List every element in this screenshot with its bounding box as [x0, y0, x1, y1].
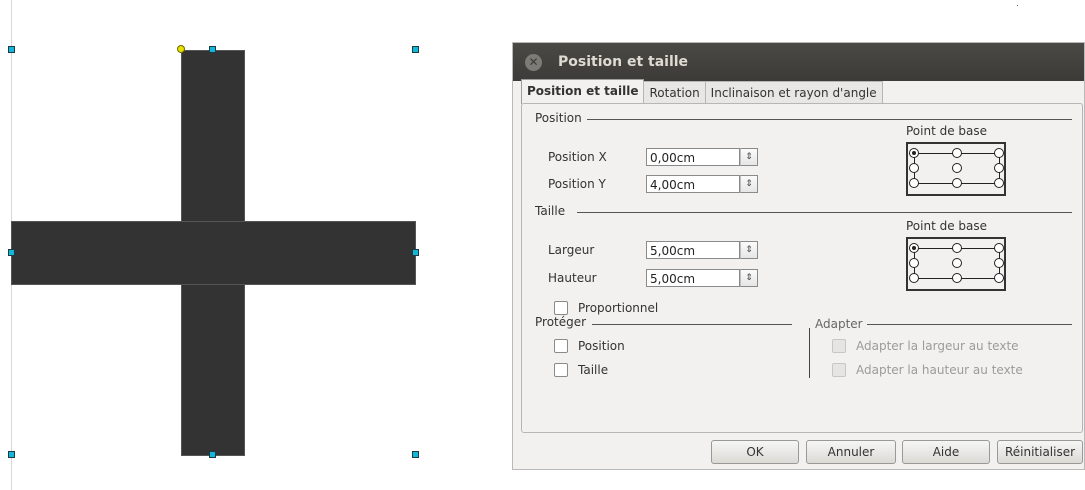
fit-height-checkbox[interactable]	[832, 363, 846, 377]
base-point-center[interactable]	[952, 258, 962, 268]
fit-width-label: Adapter la largeur au texte	[856, 339, 1019, 353]
base-point-bottom-left[interactable]	[909, 178, 919, 188]
base-point-top-right[interactable]	[994, 243, 1004, 253]
height-label: Hauteur	[548, 271, 597, 285]
protect-section-label: Protéger	[535, 315, 591, 329]
fit-width-checkbox[interactable]	[832, 339, 846, 353]
protect-size-label: Taille	[578, 363, 609, 377]
position-size-dialog: ✕ Position et taille Position et taille …	[512, 42, 1085, 470]
resize-handle-bottom-left[interactable]	[8, 451, 15, 458]
fit-height-label: Adapter la hauteur au texte	[856, 363, 1023, 377]
base-point-middle-right[interactable]	[994, 258, 1004, 268]
height-spin-button[interactable]: ⇕	[740, 269, 758, 287]
protect-section-line	[592, 324, 792, 325]
position-base-point-label: Point de base	[906, 124, 988, 138]
tab-rotation[interactable]: Rotation	[643, 81, 706, 104]
drawing-canvas[interactable]	[0, 0, 500, 490]
base-point-center[interactable]	[952, 163, 962, 173]
protect-position-label: Position	[578, 339, 625, 353]
base-point-top-center[interactable]	[952, 148, 962, 158]
base-point-middle-right[interactable]	[994, 163, 1004, 173]
tab-slant-corner-radius[interactable]: Inclinaison et rayon d'angle	[704, 81, 883, 104]
proportional-label: Proportionnel	[578, 301, 659, 315]
cross-shape-horizontal-bar[interactable]	[11, 221, 416, 285]
tab-position-size[interactable]: Position et taille	[521, 79, 645, 104]
position-y-spin-button[interactable]: ⇕	[740, 175, 758, 193]
close-icon[interactable]: ✕	[525, 53, 542, 71]
base-point-bottom-right[interactable]	[994, 178, 1004, 188]
resize-handle-top-left[interactable]	[8, 46, 15, 53]
position-section-label: Position	[535, 111, 586, 125]
protect-size-checkbox[interactable]	[554, 363, 568, 377]
base-point-bottom-center[interactable]	[952, 273, 962, 283]
width-input[interactable]: 5,00cm	[646, 241, 740, 259]
width-label: Largeur	[548, 243, 595, 257]
size-base-point-selector[interactable]	[906, 237, 1006, 291]
size-base-point-label: Point de base	[906, 219, 988, 233]
ok-button[interactable]: OK	[711, 440, 799, 464]
base-point-top-left[interactable]	[909, 243, 919, 253]
size-section-line	[577, 212, 1072, 213]
base-point-bottom-left[interactable]	[909, 273, 919, 283]
adapt-section-line	[867, 324, 1072, 325]
base-point-bottom-center[interactable]	[952, 178, 962, 188]
tab-panel: Position Point de base Position X 0,00cm…	[521, 103, 1083, 433]
control-point-handle[interactable]	[177, 45, 185, 53]
size-section-label: Taille	[535, 204, 570, 218]
position-x-input[interactable]: 0,00cm	[646, 148, 740, 166]
resize-handle-bottom-center[interactable]	[209, 451, 216, 458]
protect-position-checkbox[interactable]	[554, 339, 568, 353]
position-y-label: Position Y	[548, 177, 606, 191]
dialog-titlebar: ✕ Position et taille	[513, 43, 1084, 81]
cancel-button[interactable]: Annuler	[806, 440, 896, 464]
base-point-middle-left[interactable]	[909, 163, 919, 173]
position-base-point-selector[interactable]	[906, 142, 1006, 196]
proportional-checkbox[interactable]	[554, 301, 568, 315]
width-spin-button[interactable]: ⇕	[740, 241, 758, 259]
adapt-section-label: Adapter	[815, 317, 867, 331]
base-point-top-right[interactable]	[994, 148, 1004, 158]
stray-dot	[1017, 5, 1018, 6]
dialog-title: Position et taille	[558, 54, 689, 70]
base-point-bottom-right[interactable]	[994, 273, 1004, 283]
base-point-top-center[interactable]	[952, 243, 962, 253]
protect-adapt-separator	[809, 328, 810, 378]
resize-handle-top-center[interactable]	[209, 46, 216, 53]
position-y-input[interactable]: 4,00cm	[646, 175, 740, 193]
resize-handle-top-right[interactable]	[412, 46, 419, 53]
base-point-middle-left[interactable]	[909, 258, 919, 268]
resize-handle-middle-left[interactable]	[8, 249, 15, 256]
base-point-top-left[interactable]	[909, 148, 919, 158]
reset-button[interactable]: Réinitialiser	[997, 440, 1083, 464]
help-button[interactable]: Aide	[902, 440, 990, 464]
tab-bar: Position et taille Rotation Inclinaison …	[521, 79, 883, 104]
resize-handle-bottom-right[interactable]	[412, 451, 419, 458]
position-section-line	[587, 119, 1072, 120]
height-input[interactable]: 5,00cm	[646, 269, 740, 287]
position-x-spin-button[interactable]: ⇕	[740, 148, 758, 166]
resize-handle-middle-right[interactable]	[412, 249, 419, 256]
position-x-label: Position X	[548, 150, 607, 164]
